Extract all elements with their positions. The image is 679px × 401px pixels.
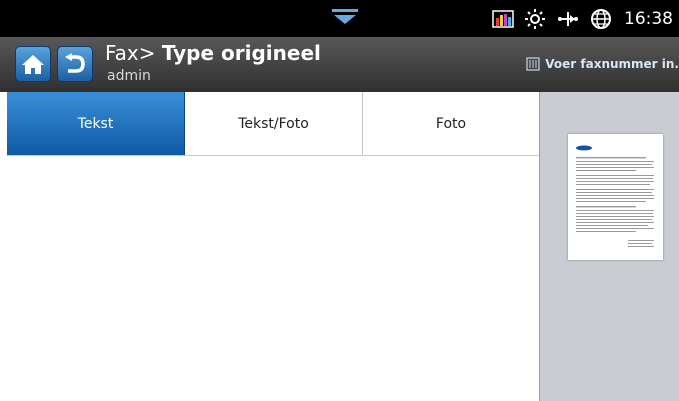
- home-icon: [22, 55, 44, 74]
- header-bar: Fax> Type origineel admin Voer faxnummer…: [0, 37, 679, 93]
- page-title: Fax> Type origineel: [105, 41, 321, 65]
- brightness-icon: [525, 8, 545, 29]
- original-type-tabs: Tekst Tekst/Foto Foto: [7, 92, 539, 156]
- tab-tekst[interactable]: Tekst: [7, 92, 185, 155]
- document-page-illustration: [576, 145, 654, 247]
- document-preview-thumbnail: [568, 134, 663, 260]
- network-connection-icon: [558, 11, 578, 26]
- preview-pane: [539, 92, 679, 401]
- content-area: [7, 156, 539, 401]
- fax-number-hint[interactable]: Voer faxnummer in.: [526, 57, 679, 71]
- tab-label: Foto: [435, 115, 467, 132]
- title-prefix: Fax>: [105, 41, 162, 65]
- tab-label: Tekst/Foto: [238, 115, 309, 132]
- back-icon: [65, 53, 85, 73]
- user-name: admin: [107, 68, 151, 84]
- status-bar: 16:38: [0, 0, 679, 37]
- home-button[interactable]: [15, 46, 51, 82]
- tab-foto[interactable]: Foto: [363, 92, 539, 155]
- title-main: Type origineel: [161, 41, 321, 65]
- pull-down-handle-icon[interactable]: [330, 8, 360, 26]
- keypad-icon: [526, 57, 540, 71]
- globe-icon: [591, 8, 611, 29]
- left-margin: [0, 92, 7, 401]
- fax-hint-label: Voer faxnummer in.: [545, 57, 679, 71]
- tab-label: Tekst: [77, 115, 114, 132]
- tab-tekst-foto[interactable]: Tekst/Foto: [185, 92, 363, 155]
- status-icons: 16:38: [492, 0, 679, 37]
- toner-level-icon: [492, 9, 514, 28]
- clock: 16:38: [624, 8, 673, 29]
- back-button[interactable]: [57, 46, 93, 82]
